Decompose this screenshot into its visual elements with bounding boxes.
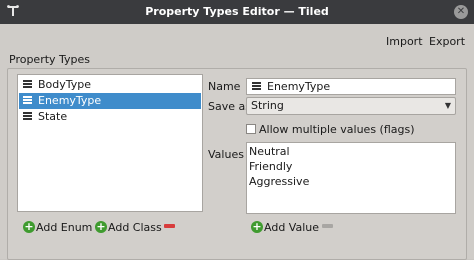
group-title: Property Types: [9, 53, 91, 66]
flags-checkbox-label: Allow multiple values (flags): [259, 123, 415, 136]
import-button[interactable]: Import: [386, 35, 423, 48]
add-class-label: Add Class: [108, 221, 162, 234]
value-item-neutral[interactable]: Neutral: [249, 144, 290, 159]
save-as-label: Save as: [208, 100, 251, 113]
save-as-value: String: [251, 99, 284, 112]
values-label: Values: [208, 148, 244, 161]
list-item-label: State: [38, 110, 68, 123]
enum-icon: [252, 82, 261, 91]
remove-value-icon: [322, 224, 333, 228]
add-enum-label: Add Enum: [36, 221, 93, 234]
values-list[interactable]: Neutral Friendly Aggressive: [246, 142, 456, 214]
save-as-select[interactable]: String ▼: [246, 97, 456, 115]
class-icon: [23, 80, 32, 89]
list-item-label: EnemyType: [38, 94, 102, 107]
name-value: EnemyType: [267, 80, 331, 93]
property-types-list[interactable]: BodyType EnemyType State: [17, 74, 203, 212]
list-item-enemytype[interactable]: EnemyType: [19, 93, 201, 109]
plus-icon: +: [251, 220, 263, 233]
name-label: Name: [208, 80, 241, 93]
window-title: Property Types Editor — Tiled: [145, 5, 329, 18]
value-item-friendly[interactable]: Friendly: [249, 159, 292, 174]
list-item-bodytype[interactable]: BodyType: [19, 77, 201, 93]
value-item-aggressive[interactable]: Aggressive: [249, 174, 309, 189]
remove-type-icon[interactable]: [164, 224, 175, 228]
plus-icon: +: [23, 220, 35, 233]
chevron-down-icon: ▼: [444, 101, 451, 110]
list-item-label: BodyType: [38, 78, 92, 91]
name-field[interactable]: EnemyType: [246, 78, 456, 95]
enum-icon: [23, 96, 32, 105]
plus-icon: +: [95, 220, 107, 233]
add-value-label: Add Value: [264, 221, 319, 234]
flags-checkbox[interactable]: [246, 124, 256, 134]
export-button[interactable]: Export: [429, 35, 465, 48]
close-icon[interactable]: ✕: [454, 5, 468, 19]
list-item-state[interactable]: State: [19, 109, 201, 125]
title-bar: Property Types Editor — Tiled ✕: [0, 0, 474, 24]
enum-icon: [23, 112, 32, 121]
